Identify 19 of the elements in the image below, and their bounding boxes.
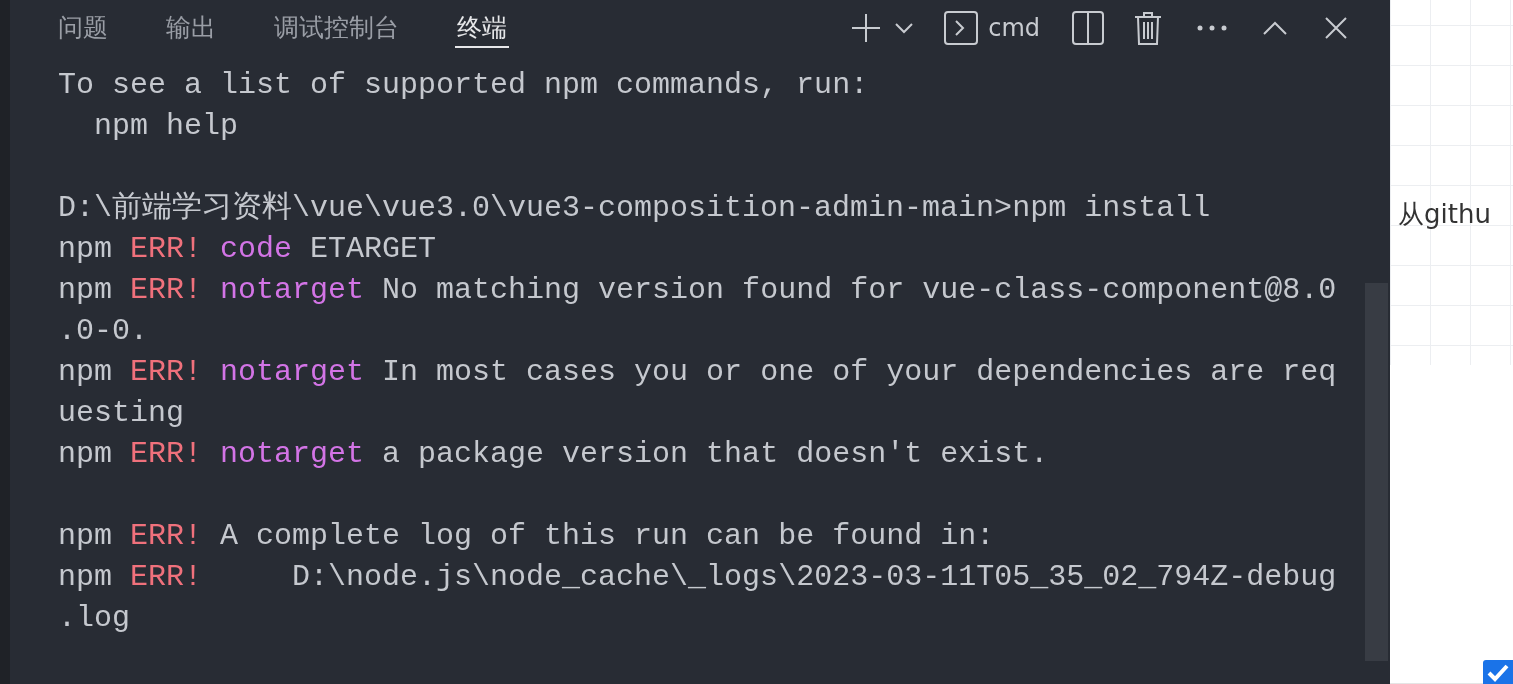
terminal-line: npm ERR! code ETARGET xyxy=(58,231,438,268)
terminal-line: npm help xyxy=(93,108,240,145)
document-text: 从githu xyxy=(1398,198,1491,231)
terminal-line: .0-0. xyxy=(58,313,149,350)
panel-tab[interactable]: 输出 xyxy=(166,0,216,55)
terminal-line: npm ERR! notarget No matching version found for vue-class-component@8.0 xyxy=(58,272,1338,309)
panel-tab[interactable]: 调试控制台 xyxy=(274,0,399,55)
panel-tab[interactable]: 终端 xyxy=(457,0,507,55)
terminal-line: npm ERR! notarget a package version that doesn't exist. xyxy=(58,436,1050,473)
terminal-line: uesting xyxy=(58,395,186,432)
terminal-line: D:\前端学习资料\vue\vue3.0\vue3-composition-admin-main>npm install xyxy=(58,190,1212,227)
terminal-line: .log xyxy=(58,600,131,637)
terminal-line: npm ERR! D:\node.js\node_cache\_logs\2023-03-11T05_35_02_794Z-debug xyxy=(58,559,1338,596)
panel-tab[interactable]: 问题 xyxy=(58,0,108,55)
shell-label: cmd xyxy=(988,12,1040,44)
terminal-line: npm ERR! A complete log of this run can be found in: xyxy=(58,518,996,555)
terminal-line: npm ERR! notarget In most cases you or one of your dependencies are req xyxy=(58,354,1338,391)
terminal-line: To see a list of supported npm commands, run: xyxy=(58,67,870,104)
checkbox[interactable] xyxy=(1483,660,1513,684)
